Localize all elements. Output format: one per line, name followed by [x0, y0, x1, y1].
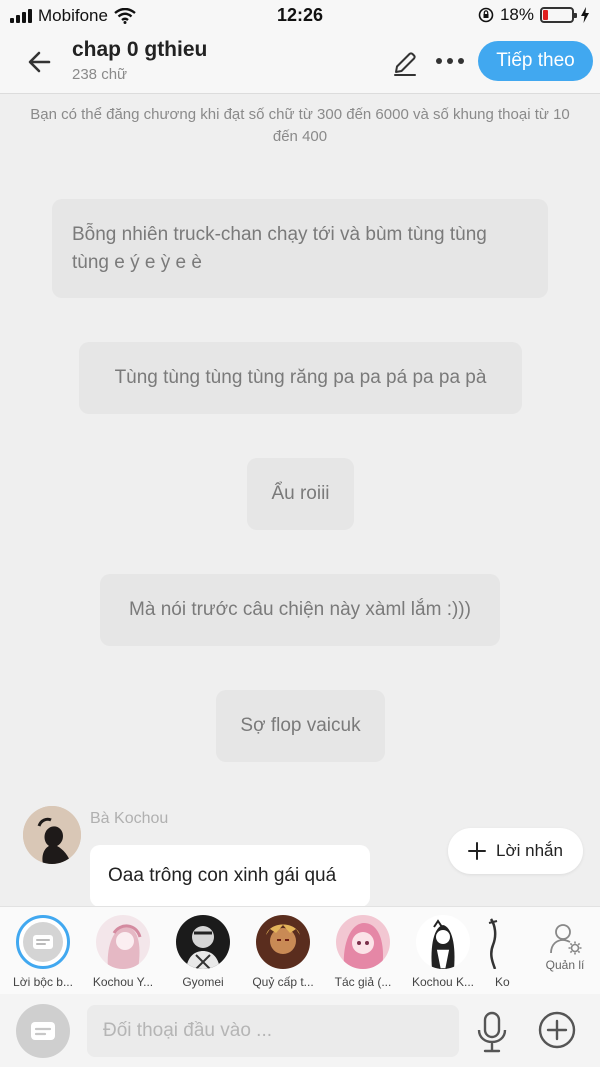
narration-bubble[interactable]: Ẩu roiii — [247, 458, 354, 530]
character-name: Tác giả (... — [334, 975, 392, 989]
character-name: Lời bộc b... — [13, 975, 73, 989]
chapter-header: chap 0 gthieu 238 chữ Tiếp theo — [0, 32, 600, 94]
character-item[interactable]: Tác giả (... — [323, 915, 403, 989]
status-bar: Mobifone 12:26 18% — [0, 0, 600, 32]
charging-icon — [581, 7, 589, 23]
user-settings-icon — [550, 924, 582, 955]
manage-characters-button[interactable]: Quản lí — [537, 921, 593, 972]
narrator-icon — [31, 1022, 55, 1040]
avatar[interactable] — [23, 806, 81, 864]
character-item[interactable]: Gyomei — [163, 915, 243, 989]
character-strip: Lời bộc b... Kochou Y... Gyomei Quỷ cấp … — [0, 906, 600, 994]
word-limit-notice: Bạn có thể đăng chương khi đạt số chữ từ… — [30, 106, 570, 145]
sender-name: Bà Kochou — [90, 810, 169, 827]
input-bar — [0, 994, 600, 1067]
add-circle-icon[interactable] — [536, 1009, 578, 1051]
avatar — [416, 915, 470, 969]
narration-bubble[interactable]: Mà nói trước câu chiện này xàml lắm :))) — [100, 574, 500, 646]
dialogue-input[interactable] — [87, 1005, 459, 1057]
microphone-icon[interactable] — [472, 1010, 512, 1054]
orientation-lock-icon — [478, 7, 494, 23]
avatar — [96, 915, 150, 969]
status-right: 18% — [478, 5, 590, 25]
back-arrow-icon[interactable] — [22, 44, 58, 80]
narration-bubble[interactable]: Bỗng nhiên truck-chan chạy tới và bùm tù… — [52, 199, 548, 298]
character-name: Quỷ cấp t... — [252, 975, 314, 989]
add-note-label: Lời nhắn — [496, 841, 563, 860]
character-name: Kochou Y... — [92, 975, 154, 989]
speaker-selector[interactable] — [16, 1004, 70, 1058]
avatar — [475, 915, 511, 969]
word-count: 238 chữ — [72, 66, 128, 83]
add-note-button[interactable]: Lời nhắn — [448, 828, 583, 874]
battery-level — [543, 10, 549, 20]
dialogue-message[interactable]: Oaa trông con xinh gái quá — [90, 845, 370, 907]
battery-percent: 18% — [499, 5, 534, 24]
character-item[interactable]: Kochou Y... — [83, 915, 163, 989]
plus-icon — [468, 842, 487, 860]
avatar — [256, 915, 310, 969]
avatar — [336, 915, 390, 969]
chapter-title: chap 0 gthieu — [72, 38, 208, 61]
character-item[interactable]: Quỷ cấp t... — [243, 915, 323, 989]
character-name: Ko — [495, 975, 510, 989]
next-button[interactable]: Tiếp theo — [478, 41, 593, 81]
character-narrator[interactable]: Lời bộc b... — [3, 915, 83, 989]
narrator-icon — [16, 915, 70, 969]
narration-bubble[interactable]: Sợ flop vaicuk — [216, 690, 385, 762]
narration-bubble[interactable]: Tùng tùng tùng tùng răng pa pa pá pa pa … — [79, 342, 522, 414]
character-item[interactable]: Ko — [465, 915, 537, 989]
more-options-icon[interactable] — [430, 46, 470, 76]
character-name: Gyomei — [182, 975, 224, 989]
avatar — [176, 915, 230, 969]
pencil-icon[interactable] — [390, 48, 420, 78]
manage-label: Quản lí — [545, 958, 585, 972]
battery-icon — [540, 7, 577, 23]
